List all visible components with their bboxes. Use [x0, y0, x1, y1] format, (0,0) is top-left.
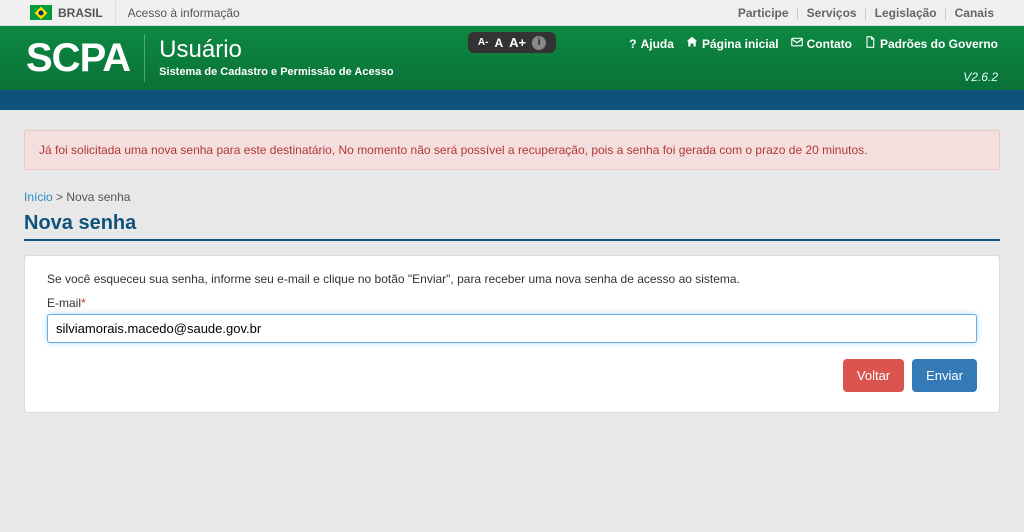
email-label: E-mail*: [47, 296, 977, 310]
canais-link[interactable]: Canais: [955, 6, 994, 20]
brasil-logo[interactable]: BRASIL: [10, 5, 103, 20]
ajuda-link[interactable]: ? Ajuda: [629, 36, 674, 51]
voltar-button[interactable]: Voltar: [843, 359, 904, 392]
content-area: Já foi solicitada uma nova senha para es…: [0, 110, 1024, 433]
module-title: Usuário: [159, 36, 393, 64]
padroes-label: Padrões do Governo: [880, 37, 998, 51]
acesso-informacao-link[interactable]: Acesso à informação: [128, 6, 240, 20]
alert-box: Já foi solicitada uma nova senha para es…: [24, 130, 1000, 170]
servicos-link[interactable]: Serviços: [807, 6, 857, 20]
page-title: Nova senha: [24, 212, 1000, 235]
breadcrumb-current: Nova senha: [66, 190, 130, 204]
font-size-control: A- A A+ i: [468, 32, 556, 53]
app-logo[interactable]: SCPA: [26, 34, 145, 82]
pagina-inicial-label: Página inicial: [702, 37, 779, 51]
module-subtitle: Sistema de Cadastro e Permissão de Acess…: [159, 66, 393, 78]
title-underline: [24, 239, 1000, 241]
contato-label: Contato: [807, 37, 852, 51]
breadcrumb: Início > Nova senha: [24, 190, 1000, 204]
nav-bar: [0, 90, 1024, 110]
font-reset-button[interactable]: A: [494, 36, 503, 50]
participe-link[interactable]: Participe: [738, 6, 789, 20]
app-header: SCPA Usuário Sistema de Cadastro e Permi…: [0, 26, 1024, 90]
font-info-icon[interactable]: i: [532, 36, 546, 50]
header-links: ? Ajuda Página inicial Contato Padrões d…: [629, 36, 998, 51]
gov-top-bar: BRASIL Acesso à informação Participe Ser…: [0, 0, 1024, 26]
title-block: Usuário Sistema de Cadastro e Permissão …: [145, 34, 393, 78]
form-panel: Se você esqueceu sua senha, informe seu …: [24, 255, 1000, 413]
button-row: Voltar Enviar: [47, 359, 977, 392]
flag-icon: [30, 5, 52, 20]
instructions-text: Se você esqueceu sua senha, informe seu …: [47, 272, 977, 286]
pagina-inicial-link[interactable]: Página inicial: [686, 36, 779, 51]
legislacao-link[interactable]: Legislação: [875, 6, 937, 20]
divider: [115, 0, 116, 26]
breadcrumb-home-link[interactable]: Início: [24, 190, 53, 204]
email-field[interactable]: [47, 314, 977, 343]
top-bar-left: BRASIL Acesso à informação: [10, 0, 240, 26]
brasil-text: BRASIL: [58, 6, 103, 20]
breadcrumb-separator: >: [56, 190, 63, 204]
ajuda-label: Ajuda: [641, 37, 674, 51]
required-mark: *: [81, 296, 86, 310]
top-bar-right: Participe Serviços Legislação Canais: [738, 6, 1014, 20]
enviar-button[interactable]: Enviar: [912, 359, 977, 392]
email-label-text: E-mail: [47, 296, 81, 310]
version-label: V2.6.2: [963, 70, 998, 84]
help-icon: ?: [629, 37, 636, 51]
alert-message: Já foi solicitada uma nova senha para es…: [39, 143, 868, 157]
contato-link[interactable]: Contato: [791, 36, 852, 51]
padroes-link[interactable]: Padrões do Governo: [864, 36, 998, 51]
mail-icon: [791, 36, 803, 51]
home-icon: [686, 36, 698, 51]
font-decrease-button[interactable]: A-: [478, 37, 489, 48]
document-icon: [864, 36, 876, 51]
font-increase-button[interactable]: A+: [509, 35, 526, 50]
